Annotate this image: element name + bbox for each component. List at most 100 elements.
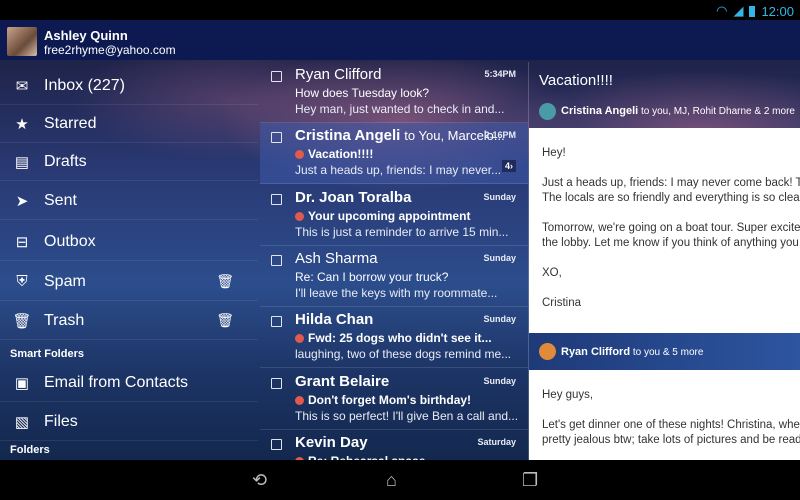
signal-icon: ◢ [733,3,744,18]
files-icon: ▧ [14,413,30,431]
unread-dot-icon [295,395,304,405]
envelope-icon: ✉ [15,77,29,95]
avatar[interactable] [7,27,37,56]
select-checkbox[interactable] [271,438,282,450]
email-subject: Your upcoming appointment [295,209,470,223]
email-time: Sunday [483,314,516,325]
sender-name: Cristina Angeli [561,105,639,117]
contacts-icon: ▣ [14,374,30,392]
email-sender: Ryan Clifford [295,66,382,83]
recipients: to you, MJ, Rohit Dharne & 2 more [641,106,795,117]
empty-trash-icon[interactable]: 🗑 [216,312,234,329]
navigation-bar: ⟲ ⌂ ❐ [0,460,800,500]
email-preview: laughing, two of these dogs remind me... [295,347,512,362]
select-checkbox[interactable] [271,377,282,389]
sidebar-item-files[interactable]: ▧ Files [0,403,258,441]
message-paragraph: Just a heads up, friends: I may never co… [542,177,800,204]
email-time: Sunday [483,191,516,202]
battery-icon [749,5,756,17]
email-row[interactable]: Grant Belaire Sunday Don't forget Mom's … [260,369,528,430]
email-subject: How does Tuesday look? [295,86,430,100]
sender-name: Ryan Clifford [561,346,631,358]
sidebar-item-starred[interactable]: ★ Starred [0,105,258,143]
message-paragraph: XO, [542,267,562,279]
spam-icon: ⛨ [16,273,28,290]
message-body: Hey! Just a heads up, friends: I may neve… [529,128,800,333]
email-time: Saturday [477,436,516,447]
email-preview: I'll leave the keys with my roommate... [295,285,498,300]
email-sender: Grant Belaire [295,372,390,390]
email-time: 5:34PM [484,69,516,79]
email-preview: This is just a reminder to arrive 15 min… [295,224,509,239]
email-sender: Hilda Chan [295,311,374,329]
reading-pane: Vacation!!!! Cristina Angeli to you, MJ,… [528,62,800,460]
sidebar-item-trash[interactable]: 🗑 Trash 🗑 [0,302,258,340]
select-checkbox[interactable] [271,193,282,205]
unread-dot-icon [295,150,304,160]
outbox-icon: ⊟ [15,233,29,251]
email-time: Sunday [483,375,516,386]
empty-spam-trash-icon[interactable]: 🗑 [216,273,234,290]
unread-dot-icon [295,211,304,221]
account-email: free2rhyme@yahoo.com [44,43,176,57]
drafts-icon: ▤ [14,153,30,171]
email-sender: Kevin Day [295,433,368,451]
status-bar: ◠ ◢ 12:00 [0,0,800,20]
sidebar-item-spam[interactable]: ⛨ Spam 🗑 [0,263,258,301]
email-row[interactable]: Kevin Day Saturday Re: Rehearsal space [260,430,528,460]
message-paragraph: Hey guys, [542,389,594,401]
sidebar-item-sent[interactable]: ➤ Sent [0,182,258,220]
select-checkbox[interactable] [271,132,282,144]
smart-folders-header: Smart Folders [10,348,84,360]
email-row[interactable]: Cristina Angeli to You, Marcelo... 2:16PM… [260,123,528,185]
unread-dot-icon [295,334,304,344]
home-icon[interactable]: ⌂ [386,470,397,491]
sidebar-item-email-from-contacts[interactable]: ▣ Email from Contacts [0,364,258,402]
message-paragraph: Hey! [542,147,566,159]
message-paragraph: Cristina [542,297,581,309]
email-row[interactable]: Ash Sharma Sunday Re: Can I borrow your … [260,246,528,307]
clock: 12:00 [761,3,794,19]
email-time: Sunday [483,252,516,263]
select-checkbox[interactable] [271,316,282,328]
email-time: 2:16PM [484,130,516,141]
message-paragraph: Tomorrow, we're going on a boat tour. Su… [542,222,800,249]
email-preview: Hey man, just wanted to check in and... [295,102,505,116]
folders-header: Folders [10,444,50,456]
email-preview: This is so perfect! I'll give Ben a call… [295,408,519,423]
select-checkbox[interactable] [271,71,282,82]
email-row[interactable]: Dr. Joan Toralba Sunday Your upcoming ap… [260,185,528,246]
email-sender: Ash Sharma [295,249,378,267]
sidebar: ✉ Inbox (227) ★ Starred ▤ Drafts ➤ Sent ⊟ Out… [0,62,258,460]
star-icon: ★ [15,115,29,133]
email-row[interactable]: Hilda Chan Sunday Fwd: 25 dogs who didn'… [260,307,528,369]
sidebar-item-inbox[interactable]: ✉ Inbox (227) [0,67,258,105]
message-header-text: Ryan Clifford to you & 5 more [561,346,703,358]
send-icon: ➤ [15,192,29,210]
email-subject: Vacation!!!! [295,147,373,161]
sidebar-item-outbox[interactable]: ⊟ Outbox [0,223,258,261]
thread-count-badge[interactable]: 4› [501,160,516,173]
account-name: Ashley Quinn [44,28,128,43]
trash-icon: 🗑 [12,312,32,330]
email-row[interactable]: Ryan Clifford 5:34PM How does Tuesday lo… [260,62,528,123]
email-subject: Re: Can I borrow your truck? [295,269,449,284]
sidebar-item-drafts[interactable]: ▤ Drafts [0,143,258,181]
message-body: Hey guys, Let's get dinner one of these n… [529,370,800,460]
conversation-title: Vacation!!!! [539,72,613,89]
recipients: to you & 5 more [632,347,704,358]
email-sender: Dr. Joan Toralba [295,188,412,206]
message-header[interactable]: Cristina Angeli to you, MJ, Rohit Dharne… [561,105,795,117]
sender-avatar [539,103,556,120]
email-sender: Cristina Angeli to You, Marcelo... [295,127,505,145]
email-subject: Don't forget Mom's birthday! [295,393,471,407]
back-icon[interactable]: ⟲ [252,470,267,491]
email-subject: Fwd: 25 dogs who didn't see it... [295,331,492,345]
wifi-icon: ◠ [716,3,728,18]
email-list: Ryan Clifford 5:34PM How does Tuesday lo… [260,62,528,460]
email-preview: Just a heads up, friends: I may never... [295,163,502,178]
select-checkbox[interactable] [271,254,282,266]
message-paragraph: Let's get dinner one of these nights! Ch… [542,419,800,446]
recents-icon[interactable]: ❐ [522,470,538,491]
sender-avatar [539,343,556,360]
